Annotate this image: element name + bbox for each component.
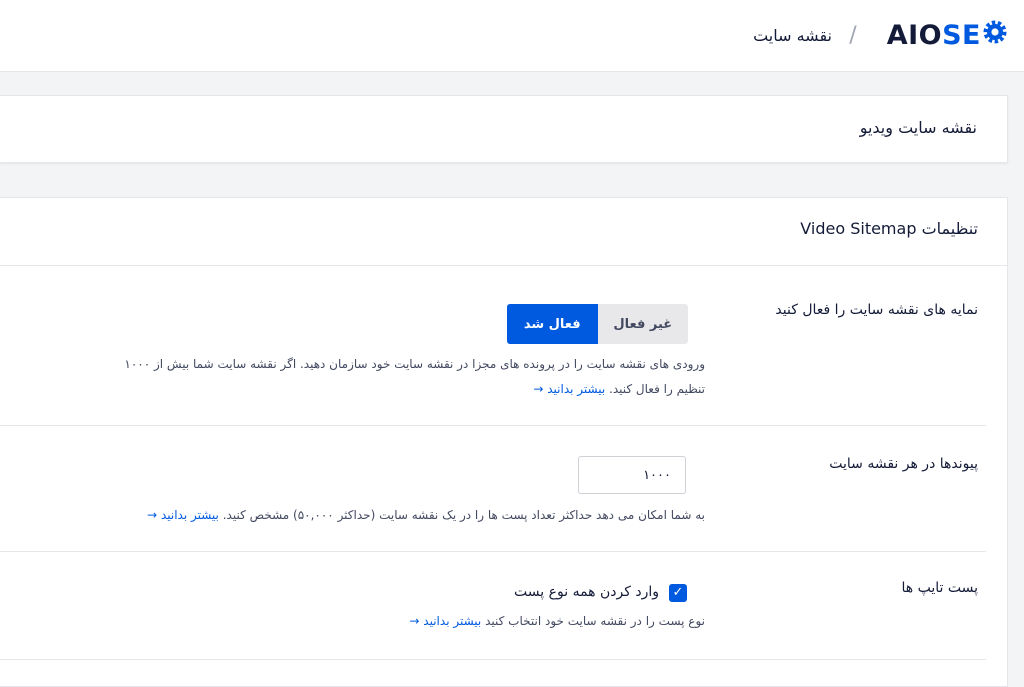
arrow-right-icon[interactable]: → — [147, 508, 157, 522]
include-all-post-types-label[interactable]: وارد کردن همه نوع پست — [514, 581, 659, 603]
sitemap-indexes-description-line1: ورودی های نقشه سایت را در پرونده های مجز… — [124, 357, 705, 371]
sitemap-indexes-description-line2: تنظیم را فعال کنید. بیشتر بدانید → — [533, 377, 705, 401]
logo-text-aio: AIO — [886, 19, 943, 51]
links-per-sitemap-row: پیوندها در هر نقشه سایت — [0, 426, 986, 552]
logo-text-se: SE — [942, 19, 981, 51]
sitemap-indexes-toggle[interactable]: غیر فعال فعال شد — [507, 304, 688, 344]
links-per-sitemap-description-text: به شما امکان می دهد حداکثر تعداد پست ها … — [222, 508, 705, 522]
enable-sitemap-indexes-label: نمایه های نقشه سایت را فعال کنید — [775, 302, 978, 318]
top-bar: AIO SE / نقشه سایت — [0, 0, 1024, 72]
post-types-label: پست تایپ ها — [901, 580, 979, 596]
settings-card-title: تنظیمات Video Sitemap — [800, 219, 978, 238]
video-sitemap-card-title: نقشه سایت ویدیو — [859, 118, 977, 137]
settings-card-header: تنظیمات Video Sitemap — [0, 198, 1008, 266]
video-sitemap-card: نقشه سایت ویدیو — [0, 95, 1008, 163]
enable-sitemap-indexes-row: نمایه های نقشه سایت را فعال کنید — [0, 266, 986, 426]
include-all-post-types-checkbox[interactable]: ✓ — [669, 584, 687, 602]
breadcrumb-separator: / — [849, 23, 857, 48]
links-per-sitemap-label: پیوندها در هر نقشه سایت — [829, 456, 978, 472]
sitemap-indexes-description-text: تنظیم را فعال کنید. — [609, 382, 705, 396]
aioseo-logo[interactable]: AIO SE — [886, 19, 1008, 52]
page-title: نقشه سایت — [753, 26, 832, 45]
links-per-sitemap-input[interactable] — [578, 456, 686, 494]
arrow-right-icon[interactable]: → — [409, 614, 419, 628]
links-per-sitemap-learn-more-link[interactable]: بیشتر بدانید — [161, 508, 219, 522]
post-types-description-text: نوع پست را در نقشه سایت خود انتخاب کنید — [485, 614, 705, 628]
toggle-option-disabled[interactable]: غیر فعال — [597, 304, 688, 344]
post-types-learn-more-link[interactable]: بیشتر بدانید — [423, 614, 481, 628]
post-types-row: پست تایپ ها — [0, 552, 986, 660]
gear-icon — [982, 19, 1008, 52]
sitemap-indexes-learn-more-link[interactable]: بیشتر بدانید — [547, 382, 605, 396]
post-types-description: نوع پست را در نقشه سایت خود انتخاب کنید … — [409, 609, 705, 633]
links-per-sitemap-description: به شما امکان می دهد حداکثر تعداد پست ها … — [147, 503, 705, 527]
arrow-right-icon[interactable]: → — [533, 382, 543, 396]
toggle-option-enabled[interactable]: فعال شد — [507, 304, 598, 344]
row-divider — [0, 659, 986, 660]
video-sitemap-settings-card: تنظیمات Video Sitemap نمایه های نقشه سای… — [0, 197, 1008, 687]
